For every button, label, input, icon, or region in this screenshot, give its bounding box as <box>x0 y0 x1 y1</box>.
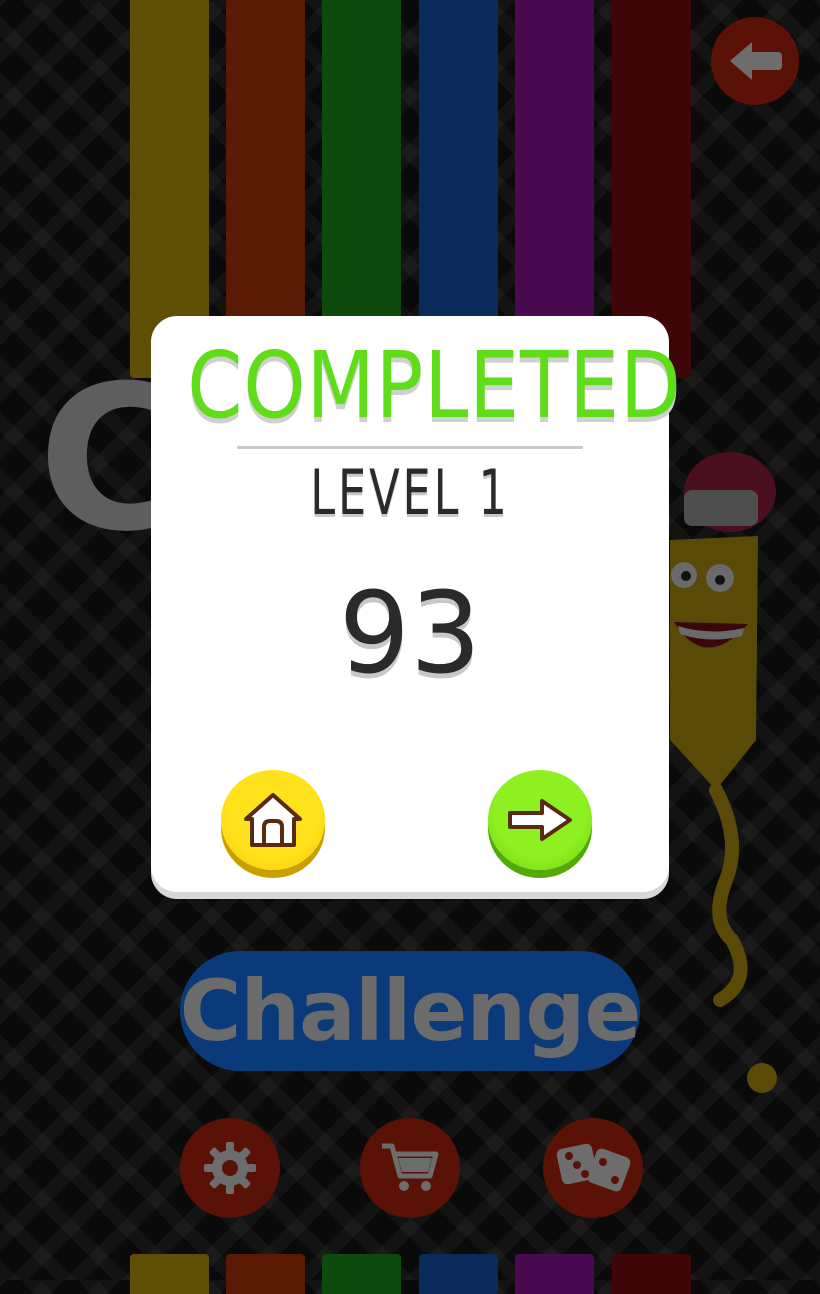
gear-icon <box>204 1142 256 1194</box>
next-level-button[interactable] <box>488 770 592 870</box>
color-stripe-green-bottom <box>322 1254 401 1294</box>
shopping-cart-icon <box>382 1143 439 1191</box>
challenge-button[interactable]: Challenge <box>179 951 642 1071</box>
level-complete-dialog: COMPLETED LEVEL 1 93 <box>151 316 682 892</box>
back-arrow-icon <box>730 42 782 80</box>
pencil-mascot <box>670 452 777 1093</box>
random-button[interactable] <box>543 1118 643 1218</box>
completed-title: COMPLETED <box>187 332 682 439</box>
back-button[interactable] <box>711 17 799 105</box>
color-stripe-blue-bottom <box>419 1254 498 1294</box>
color-stripe-purple-bottom <box>515 1254 594 1294</box>
settings-button[interactable] <box>180 1118 280 1218</box>
right-arrow-icon <box>508 799 572 841</box>
title-divider <box>237 446 583 449</box>
color-stripe-red-bottom <box>612 1254 691 1294</box>
challenge-label: Challenge <box>179 962 642 1060</box>
shop-button[interactable] <box>360 1118 460 1218</box>
home-icon <box>244 793 302 847</box>
score-value: 93 <box>338 569 482 699</box>
home-button[interactable] <box>221 770 325 870</box>
level-label: LEVEL 1 <box>310 456 510 529</box>
dice-icon <box>556 1143 631 1192</box>
color-stripe-orange-bottom <box>226 1254 305 1294</box>
color-stripe-yellow-bottom <box>130 1254 209 1294</box>
